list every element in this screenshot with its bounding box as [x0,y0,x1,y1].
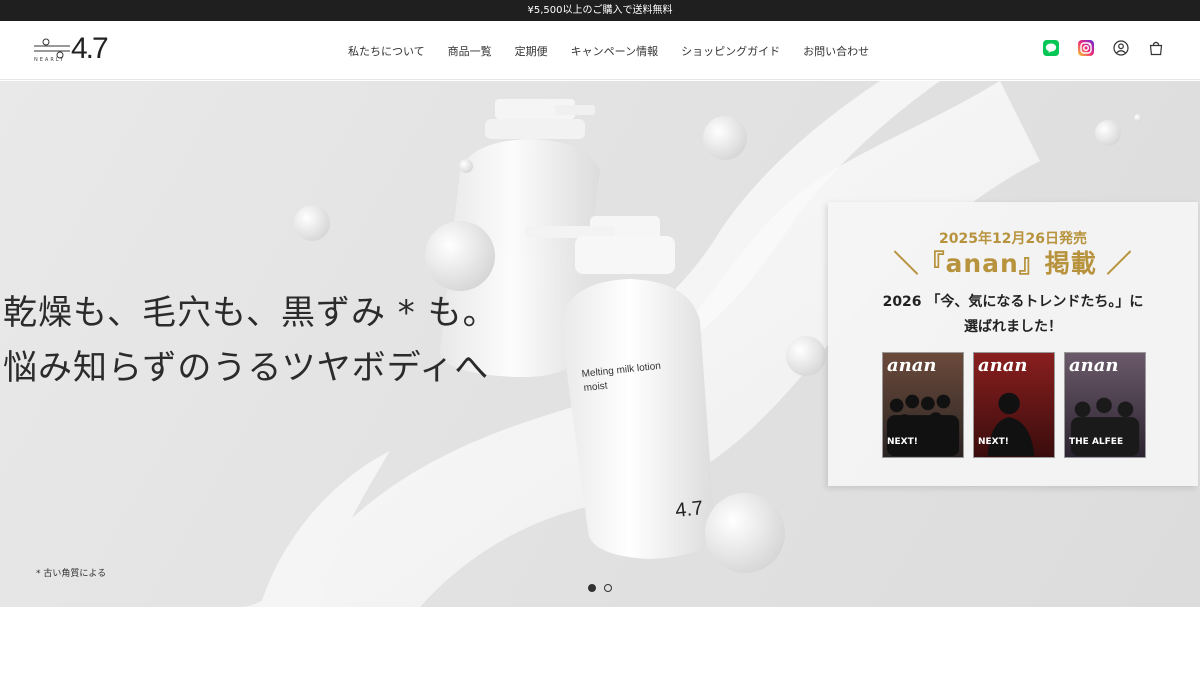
nav-about[interactable]: 私たちについて [348,43,425,59]
cover-3-subtitle: THE ALFEE [1069,437,1124,447]
magazine-title: ＼『anan』掲載 ／ [893,249,1133,278]
slide-dot-1[interactable] [588,584,596,592]
logo-number: 4.7 [71,32,109,65]
hero-headline-line2: 悩み知らずのうるツヤボディへ [3,348,490,388]
site-header: 4.7 NEARLY 私たちについて 商品一覧 定期便 キャンペーン情報 ショッ… [0,21,1200,80]
hero-slider[interactable]: Melting milk lotion moist 4.7 乾燥も、毛穴も、黒ず… [0,81,1200,607]
instagram-icon[interactable] [1078,40,1094,56]
account-icon[interactable] [1113,40,1129,56]
nav-products[interactable]: 商品一覧 [448,43,492,59]
line-icon[interactable] [1043,40,1059,56]
brand-logo[interactable]: 4.7 NEARLY [34,32,114,68]
nav-campaign[interactable]: キャンペーン情報 [571,43,658,59]
slider-pagination [588,584,612,592]
cover-2-subtitle: NEXT! [978,437,1009,447]
hero-headline-line1: 乾燥も、毛穴も、黒ずみ * も。 [3,293,498,333]
nav-shopping-guide[interactable]: ショッピングガイド [681,43,780,59]
bottle-brand: 4.7 [674,497,704,522]
slide-dot-2[interactable] [604,584,612,592]
hero-headline: 乾燥も、毛穴も、黒ずみ * も。 悩み知らずのうるツヤボディへ [3,286,498,396]
logo-wordmark: NEARLY [34,57,65,63]
magazine-covers: anan NEXT! anan NEXT! anan THE ALFEE [882,352,1146,458]
logo-mark-icon [34,38,70,59]
anan-announcement-card[interactable]: 2025年12月26日発売 ＼『anan』掲載 ／ 2026 「今、気になるトレ… [828,202,1198,486]
magazine-cover-2: anan NEXT! [973,352,1055,458]
announcement-text: ¥5,500以上のご購入で送料無料 [527,5,673,16]
cart-icon[interactable] [1148,40,1164,56]
header-icons [1043,40,1164,56]
cover-1-subtitle: NEXT! [887,437,918,447]
cover-1-title: anan [887,355,937,376]
hero-footnote: * 古い角質による [36,569,107,579]
card-body-line2: 選ばれました！ [964,319,1062,335]
cover-3-title: anan [1069,355,1119,376]
card-body-line1: 2026 「今、気になるトレンドたち。」に [882,294,1144,310]
magazine-cover-3: anan THE ALFEE [1064,352,1146,458]
main-nav: 私たちについて 商品一覧 定期便 キャンペーン情報 ショッピングガイド お問い合… [348,21,892,80]
nav-subscription[interactable]: 定期便 [515,43,548,59]
announcement-bar: ¥5,500以上のご購入で送料無料 [0,0,1200,21]
nav-contact[interactable]: お問い合わせ [803,43,869,59]
cover-2-title: anan [978,355,1028,376]
magazine-cover-1: anan NEXT! [882,352,964,458]
